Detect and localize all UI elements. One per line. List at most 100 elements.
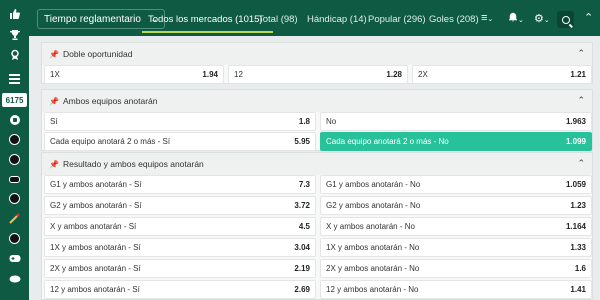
market-title: Doble oportunidad	[62, 49, 133, 59]
table-tennis-icon[interactable]	[6, 190, 23, 207]
odds-button[interactable]: 1X y ambos anotarán - Sí 3.04	[44, 238, 316, 257]
volleyball-icon[interactable]	[6, 151, 23, 168]
search-button[interactable]	[557, 11, 574, 28]
chevron-up-icon[interactable]: ⌃	[577, 95, 585, 106]
outcome-label: G2 y ambos anotarán - No	[326, 201, 421, 210]
tab-handicap[interactable]: Hándicap (14)	[307, 14, 367, 25]
basketball-icon[interactable]	[6, 131, 23, 148]
hockey-icon[interactable]	[6, 171, 23, 188]
tab-total[interactable]: Total (98)	[258, 14, 298, 25]
odds-button[interactable]: X y ambos anotarán - No 1.164	[320, 217, 592, 236]
market-header[interactable]: 📌 Doble oportunidad ⌃	[42, 43, 592, 65]
odds-value: 1.33	[570, 243, 586, 252]
outcome-label: 12	[234, 70, 243, 79]
market-title: Resultado y ambos equipos anotarán	[62, 159, 204, 169]
odds-value: 1.059	[565, 180, 586, 189]
rugby-icon[interactable]	[6, 270, 23, 287]
odds-button[interactable]: 2X 1.21	[412, 65, 592, 84]
market-result-both-score: 📌 Resultado y ambos equipos anotarán ⌃ G…	[41, 152, 593, 300]
chevron-up-icon[interactable]: ⌃	[577, 48, 585, 59]
odds-value: 1.6	[574, 264, 586, 273]
odds-button[interactable]: 2X y ambos anotarán - Sí 2.19	[44, 259, 316, 278]
thumbs-up-icon[interactable]	[4, 6, 25, 22]
odds-button[interactable]: G2 y ambos anotarán - Sí 3.72	[44, 196, 316, 215]
outcome-label: 1X y ambos anotarán - Sí	[50, 243, 141, 252]
menu-icon[interactable]	[4, 71, 25, 87]
odds-button[interactable]: X y ambos anotarán - Sí 4.5	[44, 217, 316, 236]
period-dropdown[interactable]: Tiempo reglamentario ⌄	[37, 9, 165, 29]
pin-icon[interactable]: 📌	[49, 97, 59, 106]
outcome-label: Cada equipo anotará 2 o más - No	[326, 137, 449, 146]
odds-button[interactable]: 12 y ambos anotarán - Sí 2.69	[44, 280, 316, 299]
market-title: Ambos equipos anotarán	[62, 96, 158, 106]
odds-value: 1.41	[570, 285, 586, 294]
odds-value: 1.963	[565, 117, 586, 126]
list-view-icon[interactable]: ≡⌄	[481, 12, 493, 24]
odds-button[interactable]: 12 1.28	[228, 65, 408, 84]
award-icon[interactable]	[4, 47, 25, 63]
outcome-label: 12 y ambos anotarán - Sí	[50, 285, 140, 294]
outcome-label: 1X	[50, 70, 60, 79]
outcome-label: Cada equipo anotará 2 o más - Sí	[50, 137, 171, 146]
outcome-label: 2X y ambos anotarán - Sí	[50, 264, 141, 273]
outcome-label: 12 y ambos anotarán - No	[326, 285, 419, 294]
odds-button[interactable]: G1 y ambos anotarán - No 1.059	[320, 175, 592, 194]
chevron-up-icon[interactable]: ⌃	[577, 158, 585, 169]
odds-value: 7.3	[298, 180, 310, 189]
active-tab-indicator	[142, 31, 273, 33]
odds-button[interactable]: G2 y ambos anotarán - No 1.23	[320, 196, 592, 215]
outcome-label: G1 y ambos anotarán - No	[326, 180, 421, 189]
odds-value: 1.099	[565, 137, 586, 146]
odds-value: 3.72	[294, 201, 310, 210]
odds-value: 1.94	[202, 70, 218, 79]
gear-icon[interactable]: ⚙⌄	[534, 12, 550, 25]
odds-button[interactable]: 12 y ambos anotarán - No 1.41	[320, 280, 592, 299]
odds-value: 4.5	[298, 222, 310, 231]
odds-button-selected[interactable]: Cada equipo anotará 2 o más - No 1.099	[320, 132, 592, 151]
tab-popular[interactable]: Popular (296)	[368, 14, 426, 25]
pin-icon[interactable]: 📌	[49, 50, 59, 59]
odds-button[interactable]: Cada equipo anotará 2 o más - Sí 5.95	[44, 132, 316, 151]
outcome-label: X y ambos anotarán - No	[326, 222, 415, 231]
market-both-teams-score: 📌 Ambos equipos anotarán ⌃ Sí 1.8 No 1.9…	[41, 89, 593, 151]
handball-icon[interactable]	[6, 230, 23, 247]
odds-button[interactable]: Sí 1.8	[44, 112, 316, 131]
odds-button[interactable]: No 1.963	[320, 112, 592, 131]
odds-value: 1.23	[570, 201, 586, 210]
odds-button[interactable]: G1 y ambos anotarán - Sí 7.3	[44, 175, 316, 194]
outcome-label: 1X y ambos anotarán - No	[326, 243, 420, 252]
odds-button[interactable]: 1X y ambos anotarán - No 1.33	[320, 238, 592, 257]
pin-icon[interactable]: 📌	[49, 160, 59, 169]
odds-button[interactable]: 1X 1.94	[44, 65, 224, 84]
period-label: Tiempo reglamentario	[44, 13, 141, 25]
bell-icon[interactable]: ⌄	[508, 12, 524, 25]
odds-value: 2.19	[294, 264, 310, 273]
odds-value: 5.95	[294, 137, 310, 146]
odds-value: 1.21	[570, 70, 586, 79]
markets-list: 📌 Doble oportunidad ⌃ 1X 1.94 12 1.28 2X…	[38, 36, 600, 300]
outcome-label: G1 y ambos anotarán - Sí	[50, 180, 142, 189]
odds-value: 3.04	[294, 243, 310, 252]
search-icon	[561, 15, 570, 24]
odds-button[interactable]: 2X y ambos anotarán - No 1.6	[320, 259, 592, 278]
odds-value: 2.69	[294, 285, 310, 294]
trophy-icon[interactable]	[4, 27, 25, 43]
esports-icon[interactable]	[6, 250, 23, 267]
outcome-label: No	[326, 117, 337, 126]
collapse-all-icon[interactable]: ⌃	[584, 11, 593, 24]
football-icon[interactable]	[6, 111, 23, 128]
outcome-label: 2X	[418, 70, 428, 79]
market-header[interactable]: 📌 Ambos equipos anotarán ⌃	[42, 90, 592, 112]
tab-goals[interactable]: Goles (208)	[429, 14, 479, 25]
events-count: 6175	[2, 93, 27, 107]
market-header[interactable]: 📌 Resultado y ambos equipos anotarán ⌃	[42, 153, 592, 175]
cricket-icon[interactable]	[6, 210, 23, 227]
outcome-label: X y ambos anotarán - Sí	[50, 222, 137, 231]
outcome-label: 2X y ambos anotarán - No	[326, 264, 420, 273]
odds-value: 1.28	[386, 70, 402, 79]
outcome-label: G2 y ambos anotarán - Sí	[50, 201, 142, 210]
tab-all-markets[interactable]: Todos los mercados (1015)	[148, 14, 263, 25]
odds-value: 1.164	[565, 222, 586, 231]
sport-sidebar: 6175	[0, 0, 29, 300]
market-double-chance: 📌 Doble oportunidad ⌃ 1X 1.94 12 1.28 2X…	[41, 42, 593, 84]
